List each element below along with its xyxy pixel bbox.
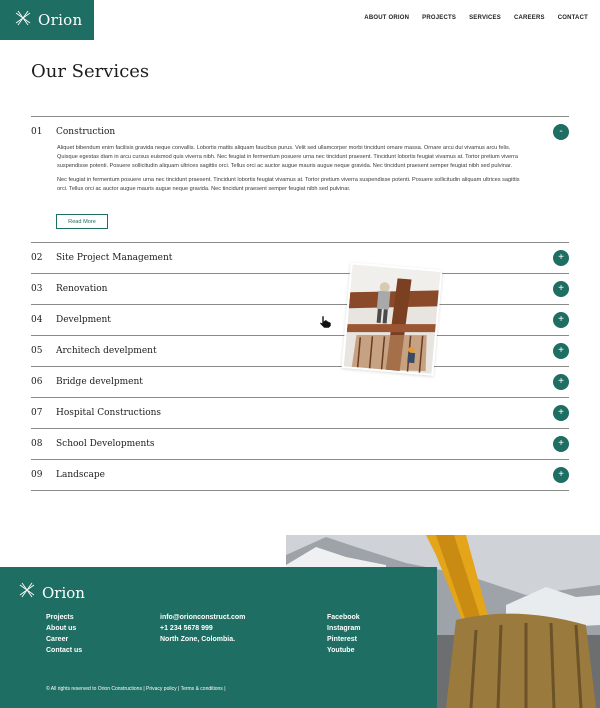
service-title: Construction [56,127,116,137]
divider [31,273,569,274]
divider [31,366,569,367]
footer-link-instagram[interactable]: Instagram [327,625,360,633]
service-item-landscape[interactable]: 09 Landscape + [31,466,569,484]
expand-icon[interactable]: + [553,312,569,328]
orion-knot-icon [14,9,32,32]
footer-link-contact-us[interactable]: Contact us [46,647,82,655]
footer-address: North Zone, Colombia. [160,636,236,643]
expand-icon[interactable]: + [553,467,569,483]
footer-email[interactable]: info@orionconstruct.com [160,614,245,622]
service-title: School Developments [56,439,155,449]
nav-contact[interactable]: CONTACT [558,15,588,21]
service-title: Hospital Constructions [56,408,162,418]
service-title: Landscape [56,470,106,480]
collapse-icon[interactable]: - [553,124,569,140]
footer-link-about-us[interactable]: About us [46,625,82,633]
footer-link-youtube[interactable]: Youtube [327,647,360,655]
page-title: Our Services [31,61,150,82]
description-paragraph: Nec feugiat in fermentum posuere urna ne… [57,177,520,192]
divider [31,116,569,117]
divider [31,459,569,460]
expand-icon[interactable]: + [553,250,569,266]
service-number: 02 [31,253,43,263]
expand-icon[interactable]: + [553,436,569,452]
site-footer: Orion Projects About us Career Contact u… [0,567,437,708]
service-description: Aliquet bibendum enim facilisis gravida … [57,144,525,199]
service-number: 07 [31,408,43,418]
nav-about-orion[interactable]: ABOUT ORION [364,15,409,21]
construction-worker-photo [341,262,443,376]
service-title: Bridge develpment [56,377,143,387]
service-item-school-developments[interactable]: 08 School Developments + [31,435,569,453]
service-item-bridge-develpment[interactable]: 06 Bridge develpment + [31,373,569,391]
service-number: 09 [31,470,43,480]
nav-services[interactable]: SERVICES [469,15,501,21]
expand-icon[interactable]: + [553,374,569,390]
footer-link-facebook[interactable]: Facebook [327,614,360,622]
nav-projects[interactable]: PROJECTS [422,15,456,21]
hand-cursor-icon [318,315,332,334]
service-title: Architech develpment [56,346,157,356]
service-number: 04 [31,315,43,325]
service-title: Develpment [56,315,111,325]
footer-brand-name: Orion [42,583,85,602]
divider [31,242,569,243]
divider [31,490,569,491]
footer-logo[interactable]: Orion [18,581,85,604]
expand-icon[interactable]: + [553,343,569,359]
service-number: 06 [31,377,43,387]
service-item-renovation[interactable]: 03 Renovation + [31,280,569,298]
service-number: 03 [31,284,43,294]
divider [31,428,569,429]
brand-name: Orion [38,11,83,29]
divider [31,335,569,336]
divider [31,397,569,398]
footer-link-career[interactable]: Career [46,636,82,644]
service-item-construction[interactable]: 01 Construction - [31,123,569,141]
footer-contact: info@orionconstruct.com +1 234 5678 999 … [160,614,245,644]
footer-phone[interactable]: +1 234 5678 999 [160,625,245,633]
footer-links: Projects About us Career Contact us [46,614,82,655]
main-nav: ABOUT ORION PROJECTS SERVICES CAREERS CO… [364,15,588,21]
footer-social: Facebook Instagram Pinterest Youtube [327,614,360,655]
service-item-hospital-constructions[interactable]: 07 Hospital Constructions + [31,404,569,422]
footer-link-pinterest[interactable]: Pinterest [327,636,360,644]
copyright-text: © All rights reserved to Orion Construct… [46,686,226,692]
brand-logo[interactable]: Orion [0,0,94,40]
service-item-develpment[interactable]: 04 Develpment + [31,311,569,329]
service-title: Site Project Management [56,253,173,263]
expand-icon[interactable]: + [553,405,569,421]
divider [31,304,569,305]
service-item-architech-develpment[interactable]: 05 Architech develpment + [31,342,569,360]
expand-icon[interactable]: + [553,281,569,297]
service-number: 01 [31,127,43,137]
service-item-site-project-management[interactable]: 02 Site Project Management + [31,249,569,267]
read-more-button[interactable]: Read More [56,214,108,229]
orion-knot-icon [18,581,36,604]
service-number: 05 [31,346,43,356]
footer-link-projects[interactable]: Projects [46,614,82,622]
description-paragraph: Aliquet bibendum enim facilisis gravida … [57,145,518,169]
service-number: 08 [31,439,43,449]
nav-careers[interactable]: CAREERS [514,15,545,21]
service-title: Renovation [56,284,108,294]
